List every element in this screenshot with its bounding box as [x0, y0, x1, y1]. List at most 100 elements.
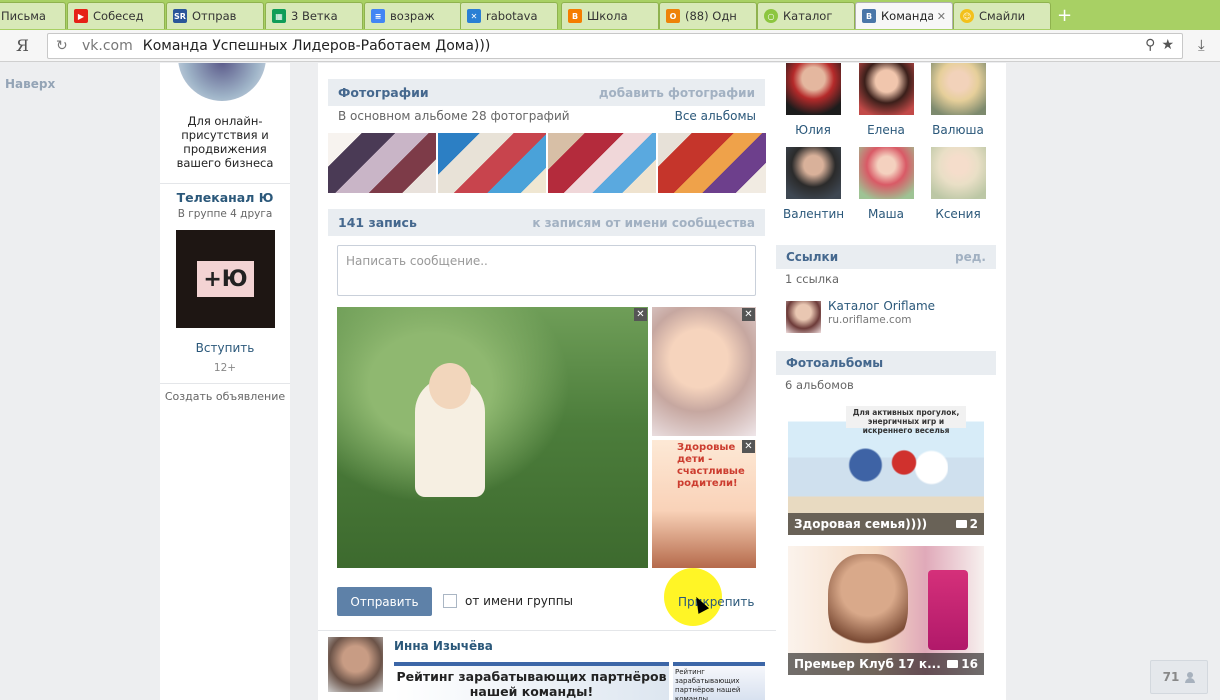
- member-item[interactable]: Юлия: [783, 63, 843, 137]
- as-group-checkbox[interactable]: [443, 594, 457, 608]
- smiley-icon: ☺: [960, 9, 974, 23]
- tab-ok[interactable]: О (88) Одн: [659, 2, 757, 29]
- attached-photo-baby[interactable]: [337, 307, 648, 568]
- member-name[interactable]: Валюша: [928, 123, 988, 137]
- create-ad-link[interactable]: Создать объявление: [160, 390, 290, 403]
- download-icon[interactable]: ⤓: [1198, 36, 1205, 54]
- as-group-label[interactable]: от имени группы: [465, 594, 573, 608]
- message-input[interactable]: Написать сообщение..: [337, 245, 756, 296]
- wall-post-count[interactable]: 141 запись: [338, 215, 417, 230]
- link-thumbnail[interactable]: [786, 301, 821, 333]
- reload-icon[interactable]: ↻: [56, 38, 72, 54]
- scroll-top-link[interactable]: Наверх: [5, 77, 55, 91]
- tv-friends-count: В группе 4 друга: [177, 208, 273, 220]
- tv-channel-logo[interactable]: +Ю: [176, 230, 275, 328]
- send-button[interactable]: Отправить: [337, 587, 432, 616]
- tv-channel-title[interactable]: Телеканал Ю: [160, 190, 290, 205]
- member-item[interactable]: Елена: [856, 63, 916, 137]
- photo-strip: [328, 133, 766, 193]
- album-caption: Здоровая семья)))): [794, 517, 928, 531]
- zoom-icon[interactable]: ⚲: [1145, 37, 1155, 53]
- member-photo[interactable]: [785, 63, 841, 115]
- albums-title[interactable]: Фотоальбомы: [786, 356, 883, 370]
- tab-sheet[interactable]: ▦ 3 Ветка: [265, 2, 363, 29]
- tab-rabotava[interactable]: ✕ rabotava: [460, 2, 558, 29]
- tab-label: Собесед: [93, 9, 144, 23]
- member-photo[interactable]: [785, 147, 841, 199]
- tv-logo-badge: +Ю: [197, 261, 254, 297]
- post-author[interactable]: Инна Изычёва: [394, 639, 493, 653]
- online-counter[interactable]: 71: [1150, 660, 1208, 694]
- close-tab-icon[interactable]: ✕: [937, 10, 946, 23]
- links-count: 1 ссылка: [785, 272, 840, 286]
- album-count-value: 2: [969, 517, 978, 531]
- tab-smiley[interactable]: ☺ Смайли: [953, 2, 1051, 29]
- album-card[interactable]: Для активных прогулок, энергичных игр и …: [788, 406, 984, 535]
- attach-link[interactable]: Прикрепить: [678, 595, 754, 609]
- all-albums-link[interactable]: Все альбомы: [675, 109, 756, 123]
- tab-label: Каталог: [783, 9, 833, 23]
- tab-vk-active[interactable]: В Команда ✕: [855, 2, 953, 29]
- ad-logo[interactable]: [178, 63, 266, 101]
- tab-doc[interactable]: ≡ возраж: [364, 2, 462, 29]
- links-title[interactable]: Ссылки: [786, 250, 838, 264]
- tab-strip: Письма ▶ Собесед SR Отправ ▦ 3 Ветка ≡ в…: [0, 0, 1220, 30]
- photo-thumb[interactable]: [328, 133, 436, 193]
- camera-icon: [947, 660, 959, 668]
- album-product: [928, 570, 968, 650]
- member-photo[interactable]: [930, 63, 986, 115]
- bookmark-star-icon[interactable]: ★: [1161, 37, 1174, 53]
- member-name[interactable]: Юлия: [783, 123, 843, 137]
- camera-icon: [955, 520, 967, 528]
- attached-photo-child[interactable]: [652, 307, 756, 436]
- album-illustration: [838, 440, 948, 490]
- url-tools: ⚲ ★: [1145, 37, 1174, 53]
- member-name[interactable]: Маша: [856, 207, 916, 221]
- author-avatar[interactable]: [328, 637, 383, 692]
- add-photos-link[interactable]: добавить фотографии: [599, 86, 755, 100]
- member-name[interactable]: Ксения: [928, 207, 988, 221]
- remove-attachment-icon[interactable]: ✕: [742, 440, 755, 453]
- member-photo[interactable]: [858, 147, 914, 199]
- remove-attachment-icon[interactable]: ✕: [634, 308, 647, 321]
- member-photo[interactable]: [930, 147, 986, 199]
- photo-thumb[interactable]: [438, 133, 546, 193]
- photos-title[interactable]: Фотографии: [338, 85, 429, 100]
- vk-icon: В: [862, 9, 876, 23]
- tab-blogger[interactable]: B Школа: [561, 2, 659, 29]
- remove-attachment-icon[interactable]: ✕: [742, 308, 755, 321]
- divider: [160, 183, 290, 184]
- community-posts-link[interactable]: к записям от имени сообщества: [532, 216, 755, 230]
- ad-text[interactable]: Для онлайн-присутствия и продвижения ваш…: [160, 114, 290, 170]
- tab-sr[interactable]: SR Отправ: [166, 2, 264, 29]
- link-title[interactable]: Каталог Oriflame: [828, 299, 935, 313]
- albums-count: 6 альбомов: [785, 378, 854, 392]
- member-item[interactable]: Маша: [856, 147, 916, 221]
- member-name[interactable]: Валентин: [783, 207, 844, 221]
- yandex-logo[interactable]: Я: [16, 36, 29, 55]
- album-portrait: [828, 554, 908, 654]
- member-item[interactable]: Валентин: [783, 147, 844, 221]
- photos-header: Фотографии добавить фотографии: [328, 79, 765, 106]
- member-photo[interactable]: [858, 63, 914, 115]
- post-image[interactable]: Рейтинг зарабатывающих партнёров нашей к…: [394, 662, 669, 700]
- photo-thumb[interactable]: [658, 133, 766, 193]
- url-input[interactable]: ↻ vk.com Команда Успешных Лидеров-Работа…: [47, 33, 1183, 59]
- join-link[interactable]: Вступить: [160, 341, 290, 355]
- post-divider: [318, 630, 776, 631]
- member-item[interactable]: Валюша: [928, 63, 988, 137]
- edit-links-link[interactable]: ред.: [955, 250, 986, 264]
- member-item[interactable]: Ксения: [928, 147, 988, 221]
- post-image-second[interactable]: Рейтинг зарабатывающих партнёров нашей к…: [673, 662, 765, 700]
- tab-catalog[interactable]: ○ Каталог: [757, 2, 855, 29]
- tab-mail[interactable]: Письма: [0, 2, 66, 29]
- attached-photo-poster[interactable]: Здоровые дети - счастливые родители!: [652, 440, 756, 568]
- member-name[interactable]: Елена: [856, 123, 916, 137]
- tab-youtube[interactable]: ▶ Собесед: [67, 2, 165, 29]
- new-tab-icon[interactable]: +: [1057, 5, 1072, 26]
- album-caption-bar: Премьер Клуб 17 к... 16: [788, 653, 984, 675]
- album-card[interactable]: Премьер Клуб 17 к... 16: [788, 546, 984, 675]
- center-column: Фотографии добавить фотографии В основно…: [318, 63, 776, 700]
- photo-thumb[interactable]: [548, 133, 656, 193]
- tab-label: Отправ: [192, 9, 237, 23]
